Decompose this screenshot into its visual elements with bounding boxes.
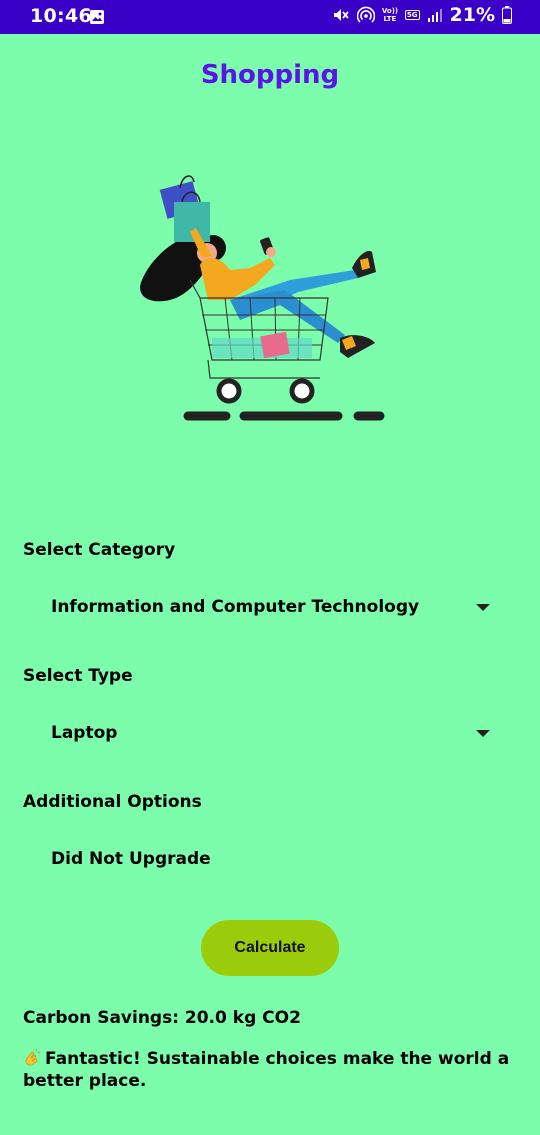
shopping-cart-illustration — [140, 175, 385, 421]
hotspot-icon — [356, 6, 375, 23]
type-label: Select Type — [23, 666, 133, 686]
category-value: Information and Computer Technology — [51, 597, 420, 617]
chevron-down-icon — [476, 729, 490, 737]
clapping-hands-icon — [25, 1049, 41, 1066]
chevron-down-icon — [476, 603, 490, 611]
type-value: Laptop — [51, 723, 118, 743]
status-time: 10:46 — [30, 5, 92, 27]
status-bar: 10:46 Vo)) LTE 5G 21% — [0, 0, 540, 34]
category-label: Select Category — [23, 540, 176, 560]
type-dropdown[interactable]: Laptop — [51, 717, 496, 749]
5g-icon: 5G — [404, 10, 420, 20]
options-value[interactable]: Did Not Upgrade — [51, 849, 211, 869]
volte-icon: Vo)) LTE — [381, 7, 399, 23]
signal-icon — [427, 9, 442, 22]
battery-icon — [502, 6, 512, 24]
status-icons: Vo)) LTE 5G 21% — [332, 4, 512, 26]
options-label: Additional Options — [23, 792, 202, 812]
carbon-savings-text: Carbon Savings: 20.0 kg CO2 — [23, 1008, 301, 1028]
page-title: Shopping — [200, 60, 340, 90]
result-message: Fantastic! Sustainable choices make the … — [23, 1048, 513, 1092]
result-message-text: Fantastic! Sustainable choices make the … — [23, 1049, 510, 1091]
gallery-icon — [90, 10, 104, 24]
mute-icon — [333, 9, 349, 21]
category-dropdown[interactable]: Information and Computer Technology — [51, 591, 496, 623]
battery-percent: 21% — [449, 4, 495, 26]
calculate-button[interactable]: Calculate — [201, 920, 339, 976]
